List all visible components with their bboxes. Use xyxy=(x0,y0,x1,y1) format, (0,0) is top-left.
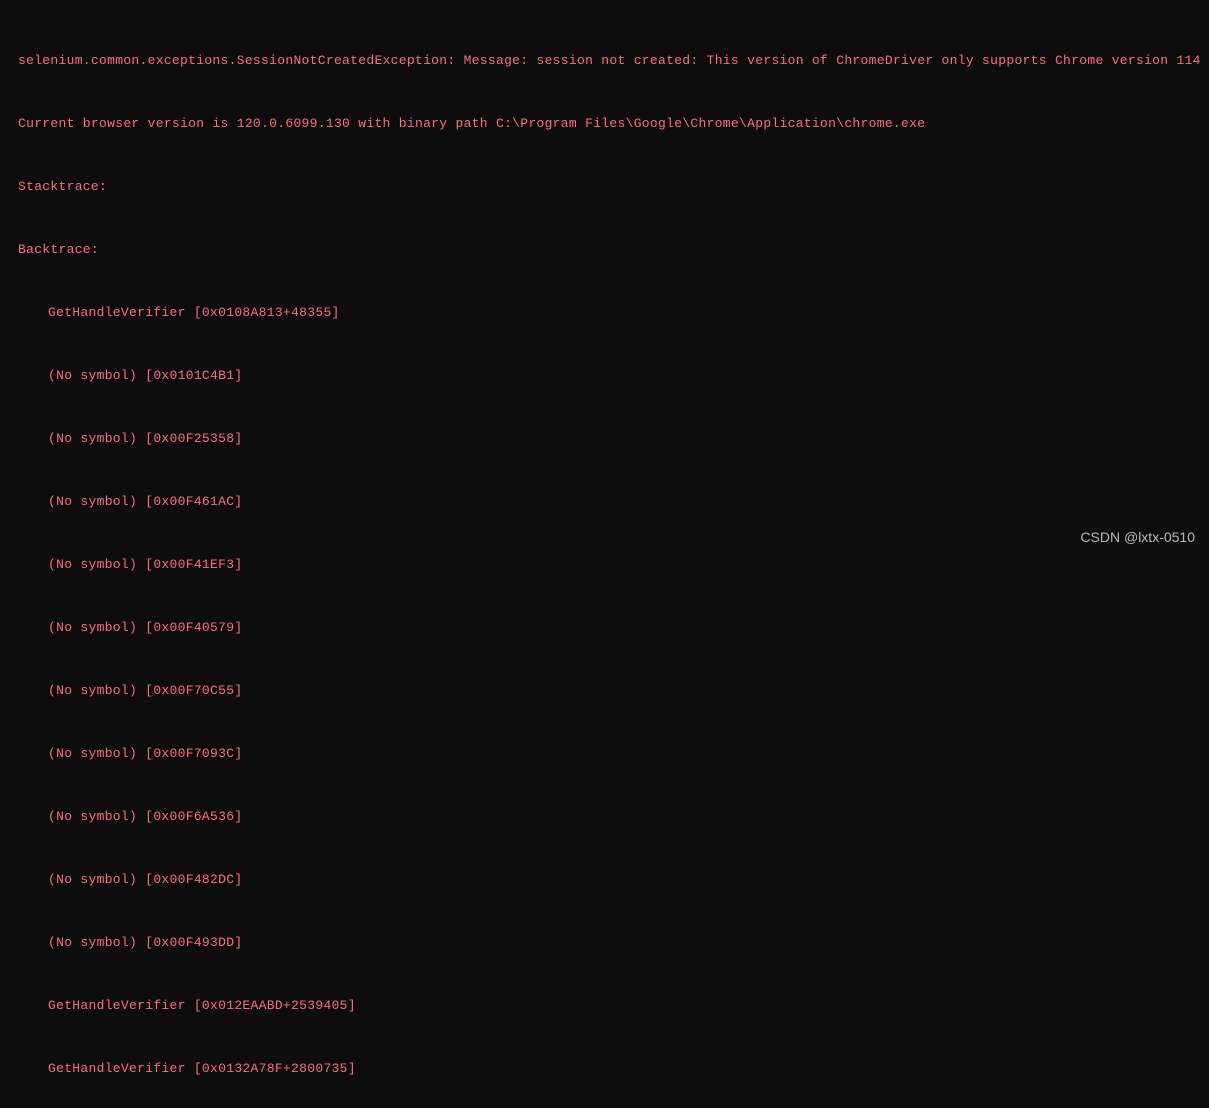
stack-frame: GetHandleVerifier [0x0108A813+48355] xyxy=(18,302,1191,323)
stacktrace-label: Stacktrace: xyxy=(18,176,1191,197)
stack-frame: GetHandleVerifier [0x0132A78F+2800735] xyxy=(18,1058,1191,1079)
browser-info: Current browser version is 120.0.6099.13… xyxy=(18,113,1191,134)
stack-frame: (No symbol) [0x0101C4B1] xyxy=(18,365,1191,386)
stack-frame: (No symbol) [0x00F70C55] xyxy=(18,680,1191,701)
stack-frame: (No symbol) [0x00F40579] xyxy=(18,617,1191,638)
stack-frame: (No symbol) [0x00F7093C] xyxy=(18,743,1191,764)
stack-frame: (No symbol) [0x00F41EF3] xyxy=(18,554,1191,575)
error-header: selenium.common.exceptions.SessionNotCre… xyxy=(18,50,1191,71)
watermark: CSDN @lxtx-0510 xyxy=(1080,527,1195,548)
stack-frame: (No symbol) [0x00F6A536] xyxy=(18,806,1191,827)
stack-frame: (No symbol) [0x00F493DD] xyxy=(18,932,1191,953)
backtrace-label: Backtrace: xyxy=(18,239,1191,260)
stack-frame: (No symbol) [0x00F482DC] xyxy=(18,869,1191,890)
stack-frame: (No symbol) [0x00F461AC] xyxy=(18,491,1191,512)
stack-frame: GetHandleVerifier [0x012EAABD+2539405] xyxy=(18,995,1191,1016)
stack-frame: (No symbol) [0x00F25358] xyxy=(18,428,1191,449)
terminal-output: selenium.common.exceptions.SessionNotCre… xyxy=(18,8,1191,1108)
